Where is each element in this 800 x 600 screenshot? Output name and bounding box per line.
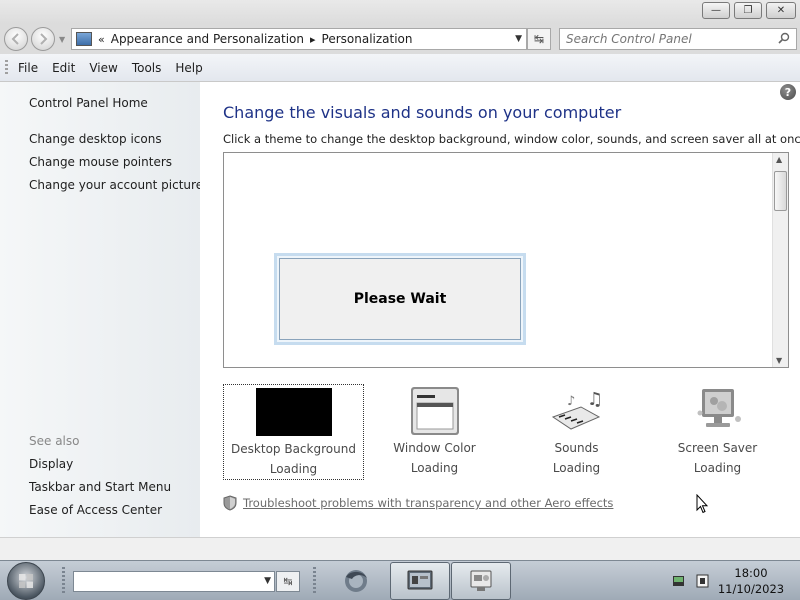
window-color-icon — [410, 387, 459, 435]
personalization-icon — [470, 570, 492, 591]
recent-pages-dropdown[interactable]: ▼ — [59, 35, 65, 44]
taskbar-address-toolbar[interactable]: ▼ — [73, 571, 275, 592]
clock-time: 18:00 — [734, 566, 768, 580]
scroll-down-icon[interactable]: ▼ — [776, 356, 782, 365]
sounds-label: Sounds — [554, 441, 599, 455]
shield-icon — [223, 495, 237, 511]
address-dropdown-icon[interactable]: ▼ — [515, 34, 522, 44]
screen-saver-status: Loading — [693, 461, 742, 475]
scroll-thumb[interactable] — [774, 171, 787, 211]
taskbar-grip[interactable] — [62, 567, 65, 595]
breadcrumb-separator-icon[interactable]: ▸ — [310, 33, 316, 46]
close-button[interactable]: ✕ — [766, 2, 796, 19]
screen-saver-setting[interactable]: Screen Saver Loading — [647, 384, 788, 480]
window-color-status: Loading — [410, 461, 459, 475]
maximize-button[interactable]: ❐ — [734, 2, 762, 19]
sidebar-change-account-picture[interactable]: Change your account picture — [29, 178, 203, 192]
navigation-bar: ▼ « Appearance and Personalization ▸ Per… — [0, 24, 800, 54]
taskbar-address-dropdown-icon[interactable]: ▼ — [264, 576, 271, 586]
svg-text:♪: ♪ — [567, 394, 575, 409]
sidebar-change-mouse-pointers[interactable]: Change mouse pointers — [29, 155, 172, 169]
svg-text:♫: ♫ — [587, 389, 603, 410]
minimize-button[interactable]: — — [702, 2, 730, 19]
taskbar-address-go-button[interactable]: ↹ — [276, 571, 300, 592]
breadcrumb-appearance[interactable]: Appearance and Personalization — [111, 32, 304, 46]
desktop-background-label: Desktop Background — [231, 442, 356, 456]
sidebar: Control Panel Home Change desktop icons … — [0, 82, 203, 537]
mouse-cursor-icon — [696, 494, 708, 514]
control-panel-icon — [407, 570, 433, 590]
help-icon[interactable]: ? — [780, 84, 796, 100]
main-content: ? Change the visuals and sounds on your … — [200, 82, 800, 537]
taskbar: ▼ ↹ 18:00 11/10/2023 — [0, 560, 800, 600]
theme-list[interactable]: ▲ ▼ Please Wait — [223, 152, 789, 368]
taskbar-address-input[interactable] — [74, 572, 254, 591]
troubleshoot-aero-link[interactable]: Troubleshoot problems with transparency … — [243, 496, 613, 510]
theme-list-scrollbar[interactable]: ▲ ▼ — [772, 153, 788, 367]
theme-settings: Desktop Background Loading Window Color … — [223, 384, 789, 480]
search-icon[interactable] — [778, 32, 790, 44]
sidebar-taskbar-start-menu[interactable]: Taskbar and Start Menu — [29, 480, 171, 494]
firefox-icon — [345, 570, 367, 592]
taskbar-clock[interactable]: 18:00 11/10/2023 — [712, 565, 790, 597]
window-titlebar: — ❐ ✕ — [0, 0, 800, 24]
window-color-label: Window Color — [393, 441, 476, 455]
start-button[interactable] — [7, 562, 45, 600]
search-input[interactable] — [566, 32, 766, 46]
sounds-setting[interactable]: ♫ ♪ Sounds Loading — [506, 384, 647, 480]
window-controls: — ❐ ✕ — [702, 2, 796, 19]
sounds-status: Loading — [552, 461, 601, 475]
menu-file[interactable]: File — [18, 61, 38, 75]
sidebar-ease-of-access[interactable]: Ease of Access Center — [29, 503, 162, 517]
taskbar-firefox[interactable] — [326, 562, 386, 600]
clock-date: 11/10/2023 — [717, 582, 785, 596]
see-also-heading: See also — [29, 434, 80, 448]
desktop-background-icon — [255, 388, 332, 436]
menu-help[interactable]: Help — [175, 61, 202, 75]
arrow-left-icon — [11, 33, 19, 45]
forward-button[interactable] — [31, 27, 55, 51]
desktop-background-status: Loading — [269, 462, 318, 476]
breadcrumb-personalization[interactable]: Personalization — [322, 32, 413, 46]
window-color-setting[interactable]: Window Color Loading — [364, 384, 505, 480]
status-bar — [0, 537, 800, 560]
screen-saver-icon — [697, 389, 741, 427]
desktop-background-setting[interactable]: Desktop Background Loading — [223, 384, 364, 480]
sidebar-display[interactable]: Display — [29, 457, 73, 471]
page-description: Click a theme to change the desktop back… — [223, 132, 800, 146]
windows-logo-icon — [19, 574, 33, 588]
scroll-up-icon[interactable]: ▲ — [776, 155, 782, 164]
address-bar[interactable]: « Appearance and Personalization ▸ Perso… — [71, 28, 527, 50]
taskbar-personalization-window[interactable] — [451, 562, 511, 600]
sidebar-change-desktop-icons[interactable]: Change desktop icons — [29, 132, 162, 146]
sounds-icon: ♫ ♪ — [551, 389, 603, 430]
menu-tools[interactable]: Tools — [132, 61, 162, 75]
menu-grip — [5, 60, 8, 76]
menu-edit[interactable]: Edit — [52, 61, 75, 75]
please-wait-text: Please Wait — [279, 258, 521, 340]
screen-saver-label: Screen Saver — [677, 441, 758, 455]
please-wait-dialog: Please Wait — [274, 253, 526, 345]
sidebar-control-panel-home[interactable]: Control Panel Home — [29, 96, 148, 110]
page-title: Change the visuals and sounds on your co… — [223, 103, 622, 122]
network-tray-icon[interactable] — [672, 574, 685, 588]
address-overflow[interactable]: « — [98, 33, 105, 46]
troubleshoot-row: Troubleshoot problems with transparency … — [223, 495, 613, 511]
arrow-right-icon — [40, 33, 48, 45]
control-panel-icon — [76, 32, 92, 46]
back-button[interactable] — [4, 27, 28, 51]
refresh-button[interactable]: ↹ — [527, 28, 551, 50]
volume-tray-icon[interactable] — [696, 574, 709, 588]
menu-view[interactable]: View — [89, 61, 117, 75]
taskbar-control-panel-window[interactable] — [390, 562, 450, 600]
search-box[interactable] — [559, 28, 797, 50]
menu-bar: File Edit View Tools Help — [0, 54, 800, 82]
taskbar-grip[interactable] — [313, 567, 316, 595]
